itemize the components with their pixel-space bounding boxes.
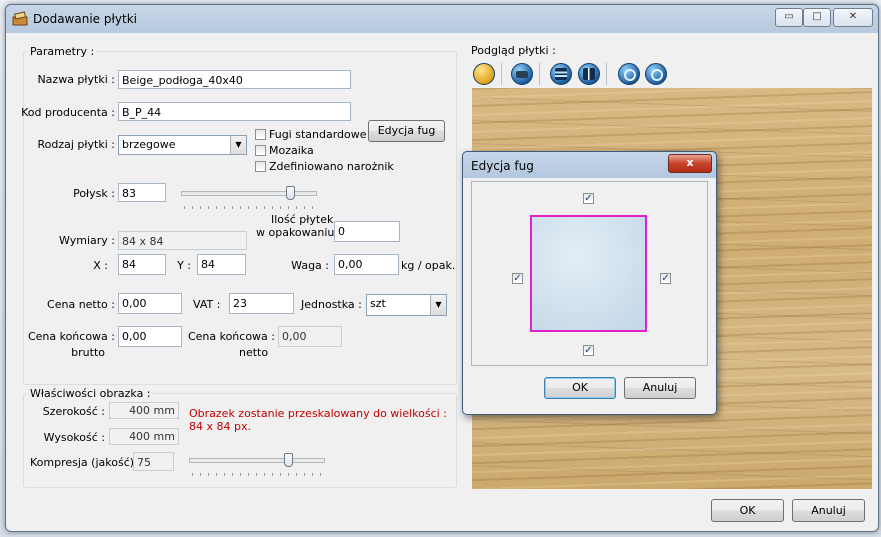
minimize-icon: ▭ xyxy=(784,11,794,22)
type-label: Rodzaj płytki : xyxy=(37,138,116,151)
x-field[interactable]: 84 xyxy=(118,254,166,275)
count-field[interactable]: 0 xyxy=(334,221,400,242)
chevron-down-icon[interactable]: ▼ xyxy=(430,295,446,315)
dialog-title: Edycja fug xyxy=(471,159,534,173)
window-title: Dodawanie płytki xyxy=(33,12,137,26)
code-field[interactable]: B_P_44 xyxy=(118,102,351,121)
rotate-left-icon[interactable] xyxy=(618,63,640,85)
image-props-group-label: Właściwości obrazka : xyxy=(28,387,153,400)
corner-checkbox[interactable] xyxy=(255,161,266,172)
params-group-label: Parametry : xyxy=(28,45,97,58)
unit-label: Jednostka : xyxy=(301,298,362,311)
window-client-area: Parametry : Nazwa płytki : Beige_podłoga… xyxy=(13,35,872,529)
cancel-button[interactable]: Anuluj xyxy=(792,499,865,522)
compression-slider-thumb[interactable] xyxy=(284,453,293,467)
grout-right-checkbox[interactable]: ✓ xyxy=(660,273,671,284)
type-select[interactable]: brzegowe ▼ xyxy=(118,135,247,155)
count-label-line1: Ilość płytek xyxy=(271,213,334,226)
gloss-field[interactable]: 83 xyxy=(118,183,166,202)
vat-field[interactable]: 23 xyxy=(229,293,294,314)
compression-field[interactable]: 75 xyxy=(133,452,174,471)
gloss-label: Połysk : xyxy=(73,187,115,200)
vat-label: VAT : xyxy=(193,298,221,311)
final-gross-label-line2: brutto xyxy=(71,346,105,359)
maximize-button[interactable]: □ xyxy=(803,8,831,27)
flip-horizontal-icon[interactable] xyxy=(550,63,572,85)
background-divider xyxy=(0,533,881,534)
preview-label: Podgląd płytki : xyxy=(471,44,556,57)
weight-unit: kg / opak. xyxy=(401,259,456,272)
compression-slider-track xyxy=(189,458,325,463)
y-label: Y : xyxy=(177,259,191,272)
fugi-std-label: Fugi standardowe xyxy=(269,128,367,141)
x-label: X : xyxy=(93,259,108,272)
image-width-label: Szerokość : xyxy=(42,405,105,418)
close-button[interactable]: ✕ xyxy=(833,8,873,27)
grout-edit-panel: ✓ ✓ ✓ ✓ xyxy=(471,181,708,366)
grout-top-checkbox[interactable]: ✓ xyxy=(583,193,594,204)
net-price-field[interactable]: 0,00 xyxy=(118,293,182,314)
y-field[interactable]: 84 xyxy=(197,254,246,275)
toolbar-separator xyxy=(501,63,502,85)
image-width-value: 400 mm xyxy=(109,402,179,419)
edit-fug-button[interactable]: Edycja fug xyxy=(368,120,445,142)
ok-button[interactable]: OK xyxy=(711,499,784,522)
weight-field[interactable]: 0,00 xyxy=(334,254,399,275)
flip-vertical-icon[interactable] xyxy=(578,63,600,85)
unit-select-value: szt xyxy=(370,297,386,310)
toolbar-separator xyxy=(606,63,607,85)
final-net-label-line1: Cena końcowa : xyxy=(187,330,275,343)
fugi-std-checkbox[interactable] xyxy=(255,129,266,140)
count-label-line2: w opakowaniu xyxy=(256,226,335,239)
dims-value: 84 x 84 xyxy=(118,231,247,250)
grout-tile-preview xyxy=(530,215,647,332)
mozaika-label: Mozaika xyxy=(269,144,314,157)
image-height-label: Wysokość : xyxy=(43,431,105,444)
dialog-ok-button[interactable]: OK xyxy=(544,377,616,399)
final-net-value: 0,00 xyxy=(278,326,342,347)
code-label: Kod producenta : xyxy=(21,106,115,119)
gloss-slider-thumb[interactable] xyxy=(286,186,295,200)
rescale-notice-line2: 84 x 84 px. xyxy=(189,420,251,433)
name-label: Nazwa płytki : xyxy=(37,73,115,86)
unit-select[interactable]: szt ▼ xyxy=(366,294,447,316)
dialog-close-button[interactable]: x xyxy=(668,154,712,173)
close-icon: x xyxy=(686,156,694,169)
gloss-slider-ticks xyxy=(184,206,314,209)
main-window: Dodawanie płytki ▭ □ ✕ Parametry : Nazwa… xyxy=(5,4,879,532)
open-folder-icon[interactable] xyxy=(473,63,495,85)
grout-left-checkbox[interactable]: ✓ xyxy=(512,273,523,284)
mozaika-checkbox[interactable] xyxy=(255,145,266,156)
final-net-label-line2: netto xyxy=(239,346,269,359)
gloss-slider[interactable] xyxy=(181,186,317,209)
compression-slider[interactable] xyxy=(189,453,325,476)
grout-edit-dialog: Edycja fug x ✓ ✓ ✓ ✓ OK Anuluj xyxy=(462,151,717,415)
name-field[interactable]: Beige_podłoga_40x40 xyxy=(118,70,351,89)
final-gross-field[interactable]: 0,00 xyxy=(118,326,182,347)
gloss-slider-track xyxy=(181,191,317,196)
final-gross-label-line1: Cena końcowa : xyxy=(27,330,115,343)
corner-label: Zdefiniowano narożnik xyxy=(269,160,394,173)
dims-label: Wymiary : xyxy=(59,234,115,247)
toolbar-separator xyxy=(539,63,540,85)
compression-slider-ticks xyxy=(192,473,322,476)
compression-label: Kompresja (jakość) : xyxy=(30,456,142,469)
close-icon: ✕ xyxy=(848,11,858,22)
image-height-value: 400 mm xyxy=(109,428,179,445)
minimize-button[interactable]: ▭ xyxy=(775,8,803,27)
scanner-icon[interactable] xyxy=(511,63,533,85)
dialog-cancel-button[interactable]: Anuluj xyxy=(624,377,696,399)
net-price-label: Cena netto : xyxy=(47,298,115,311)
grout-bottom-checkbox[interactable]: ✓ xyxy=(583,345,594,356)
weight-label: Waga : xyxy=(291,259,329,272)
maximize-icon: □ xyxy=(812,11,822,22)
rescale-notice-line1: Obrazek zostanie przeskalowany do wielko… xyxy=(189,407,447,420)
app-icon xyxy=(12,11,28,26)
type-select-value: brzegowe xyxy=(122,138,176,151)
rotate-right-icon[interactable] xyxy=(645,63,667,85)
chevron-down-icon[interactable]: ▼ xyxy=(230,136,246,154)
